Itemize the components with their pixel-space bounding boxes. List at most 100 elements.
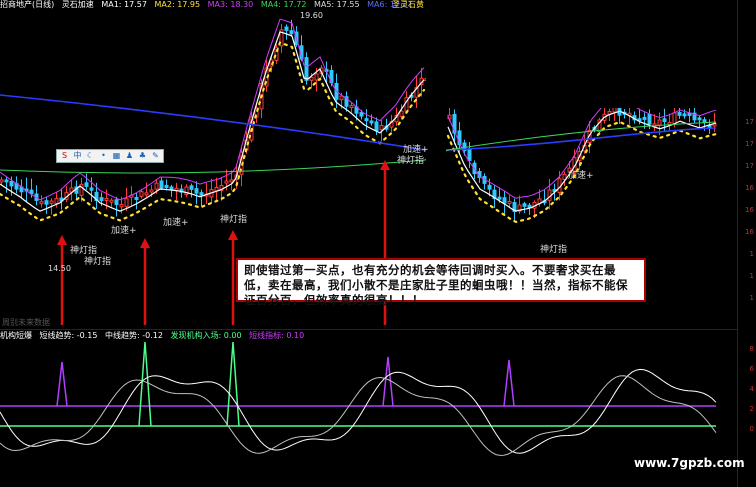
sub-tick: 4 bbox=[749, 385, 754, 393]
candle-body bbox=[612, 107, 617, 113]
candle-body bbox=[54, 198, 59, 204]
candle-body bbox=[284, 26, 289, 31]
mid-trend-value: 中线趋势: -0.12 bbox=[105, 331, 163, 340]
candle-body bbox=[359, 112, 364, 117]
indicator-name: 灵石加速 bbox=[61, 0, 94, 9]
candle-body bbox=[139, 191, 144, 197]
price-tick: 17 bbox=[745, 118, 754, 126]
signal-arrow-head bbox=[228, 230, 238, 240]
candle-body bbox=[189, 185, 194, 190]
sub-tick: 6 bbox=[749, 365, 754, 373]
candle-body bbox=[159, 180, 164, 189]
toolbar: S 中 ☾ • ▦ ♟ ♣ ✎ bbox=[56, 149, 164, 163]
moon-icon[interactable]: ☾ bbox=[85, 151, 96, 161]
candle-body bbox=[309, 76, 314, 81]
candle-body bbox=[507, 200, 512, 204]
future-data-label: 周别未来数据 bbox=[2, 318, 50, 327]
signal-label: 神灯指 bbox=[397, 156, 425, 166]
oscillator-chart[interactable] bbox=[0, 342, 738, 487]
panel-divider bbox=[0, 329, 738, 330]
price-tick: 1 bbox=[749, 250, 754, 258]
candle-body bbox=[224, 180, 229, 184]
blank-area bbox=[426, 0, 738, 108]
signal-label: 神灯指 bbox=[84, 257, 112, 267]
s-icon[interactable]: S bbox=[59, 151, 70, 161]
signal-arrow-head bbox=[140, 238, 150, 248]
price-scale: 17 17 17 16 16 16 1 1 1 8 6 4 2 0 bbox=[737, 0, 756, 487]
candle-body bbox=[89, 187, 94, 191]
candle-body bbox=[339, 95, 344, 101]
candle-body bbox=[39, 201, 44, 205]
candle-body bbox=[144, 192, 149, 196]
candle-body bbox=[314, 73, 319, 81]
sub-tick: 0 bbox=[749, 425, 754, 433]
pulse-spike bbox=[56, 361, 68, 407]
short-trend-value: 短线趋势: -0.15 bbox=[39, 331, 98, 340]
sub-indicator-header: 机构短爆 短线趋势: -0.15 中线趋势: -0.12 发现机构入场: 0.0… bbox=[0, 331, 309, 341]
low-price-label: 14.50 bbox=[48, 264, 71, 273]
candle-body bbox=[134, 196, 139, 200]
candle-body bbox=[124, 198, 129, 207]
candle-body bbox=[199, 192, 204, 196]
signal-arrow-head bbox=[57, 235, 67, 245]
price-tick: 1 bbox=[749, 294, 754, 302]
pulse-spike bbox=[503, 359, 515, 407]
candle-body bbox=[369, 120, 374, 124]
candle-body bbox=[169, 186, 174, 190]
candle-body bbox=[502, 197, 507, 204]
keyboard-icon[interactable]: ▦ bbox=[111, 151, 122, 161]
watermark: www.7gpzb.com bbox=[634, 456, 745, 470]
candle-body bbox=[9, 180, 14, 187]
candle-body bbox=[99, 197, 104, 202]
stock-chart-window: 招商地产(日线) 灵石加速 MA1: 17.57 MA2: 17.95 MA3:… bbox=[0, 0, 756, 487]
candle-body bbox=[289, 30, 294, 35]
price-tick: 16 bbox=[745, 206, 754, 214]
user-icon[interactable]: ♟ bbox=[124, 151, 135, 161]
high-price-label: 19.60 bbox=[300, 11, 323, 20]
ma2-value: MA2: 17.95 bbox=[154, 0, 201, 9]
chart-header: 招商地产(日线) 灵石加速 MA1: 17.57 MA2: 17.95 MA3:… bbox=[0, 0, 424, 10]
dot-icon[interactable]: • bbox=[98, 151, 109, 161]
signal-label: 加速+ bbox=[163, 218, 189, 228]
sub-indicator-name: 机构短爆 bbox=[0, 331, 32, 340]
candle-body bbox=[522, 203, 527, 207]
candle-body bbox=[154, 182, 159, 190]
candle-body bbox=[677, 112, 682, 116]
candle-body bbox=[487, 184, 492, 190]
candle-body bbox=[467, 148, 472, 162]
candle-body bbox=[109, 199, 114, 203]
candle-body bbox=[0, 179, 4, 183]
zhong-icon[interactable]: 中 bbox=[72, 151, 83, 161]
price-tick: 1 bbox=[749, 272, 754, 280]
candle-body bbox=[697, 117, 702, 121]
stock-title: 招商地产(日线) bbox=[0, 0, 55, 9]
annotation-note: 即使错过第一买点，也有充分的机会等待回调时买入。不要奢求买在最低，卖在最高，我们… bbox=[236, 258, 646, 307]
candle-body bbox=[662, 118, 667, 123]
candle-body bbox=[374, 121, 379, 132]
candle-body bbox=[349, 105, 354, 109]
price-tick: 16 bbox=[745, 228, 754, 236]
candle-body bbox=[49, 200, 54, 204]
candle-body bbox=[399, 110, 404, 117]
shirt-icon[interactable]: ♣ bbox=[137, 151, 148, 161]
candle-body bbox=[229, 179, 234, 183]
signal-label: 神灯指 bbox=[540, 245, 568, 255]
oscillator-line bbox=[0, 375, 717, 456]
candle-body bbox=[304, 57, 309, 81]
signal-label: 加速+ bbox=[111, 226, 137, 236]
wrench-icon[interactable]: ✎ bbox=[150, 151, 161, 161]
ma-line bbox=[0, 18, 425, 201]
oscillator-line bbox=[0, 368, 717, 454]
candle-body bbox=[149, 189, 154, 193]
candle-body bbox=[44, 200, 49, 205]
blank-area bbox=[426, 108, 446, 228]
candle-body bbox=[114, 199, 119, 206]
entry-value: 发现机构入场: 0.00 bbox=[170, 331, 242, 340]
candle-body bbox=[642, 116, 647, 120]
sub-tick: 8 bbox=[749, 345, 754, 353]
signal-label: 神灯指 bbox=[220, 215, 248, 225]
candle-body bbox=[84, 182, 89, 187]
price-tick: 17 bbox=[745, 140, 754, 148]
ma4-value: MA4: 17.72 bbox=[260, 0, 307, 9]
candle-body bbox=[4, 179, 9, 183]
